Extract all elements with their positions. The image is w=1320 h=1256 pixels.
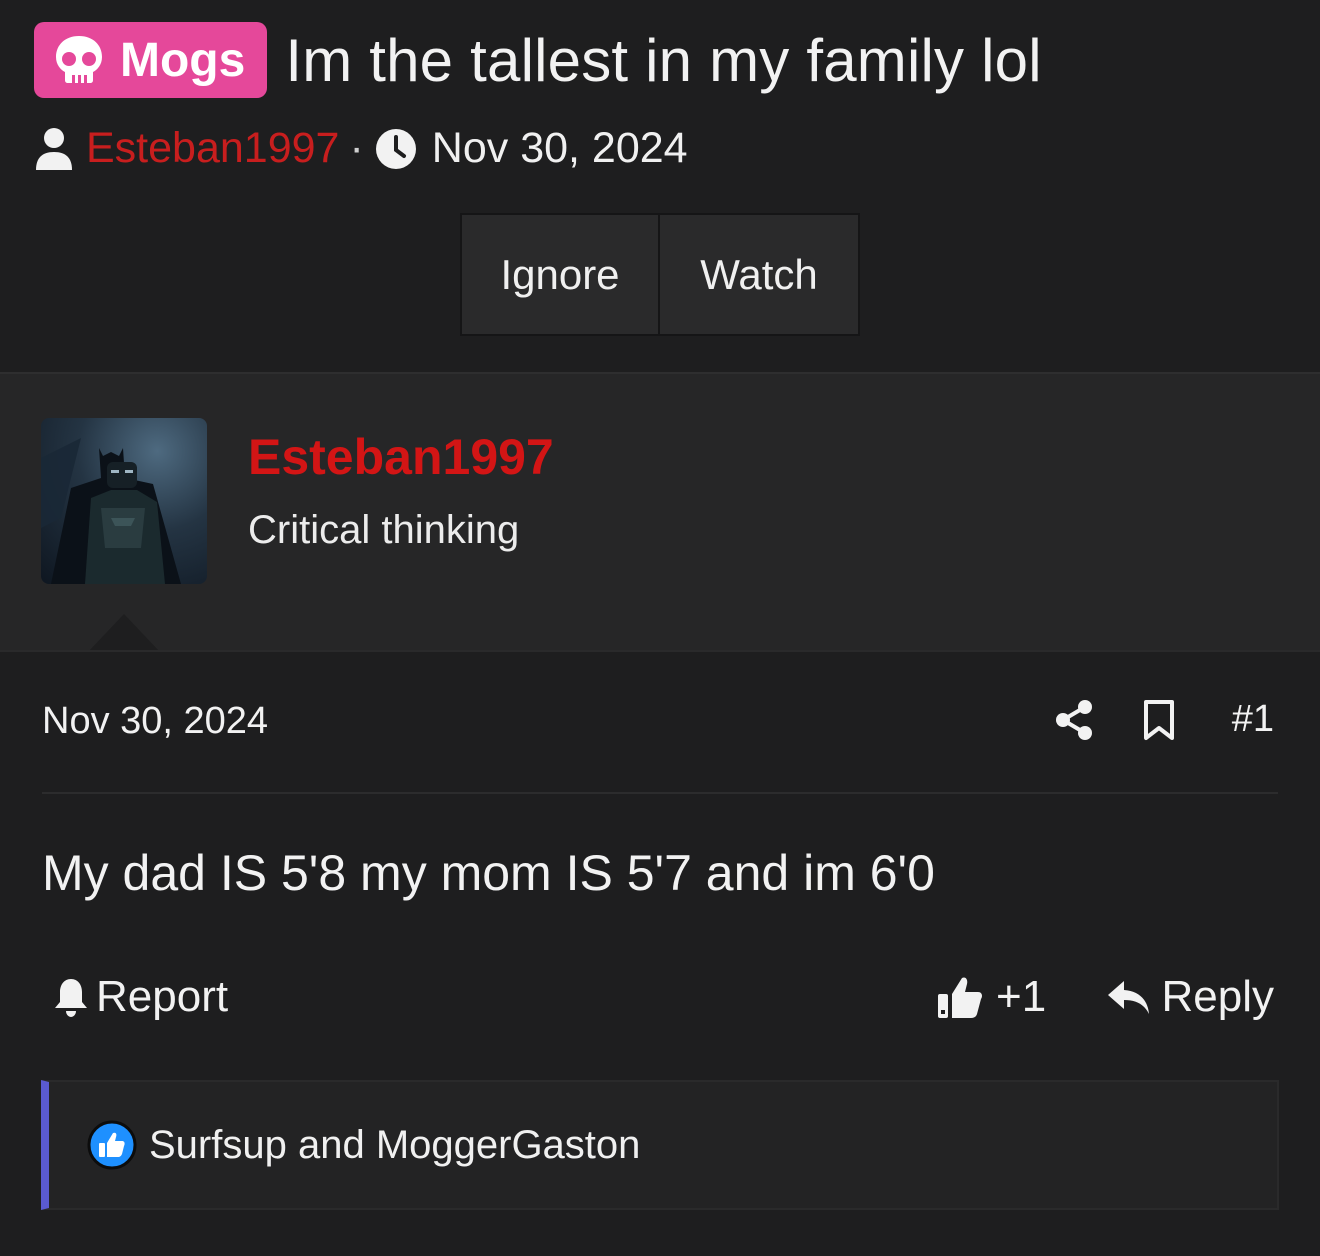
prefix-label: Mogs <box>120 33 246 87</box>
share-icon[interactable] <box>1054 699 1094 741</box>
like-button[interactable]: +1 <box>936 972 1046 1022</box>
like-count: +1 <box>996 972 1047 1021</box>
reply-button[interactable]: Reply <box>1106 972 1275 1022</box>
post-divider <box>42 792 1278 794</box>
report-label: Report <box>96 972 229 1021</box>
reactions-bar[interactable]: Surfsup and MoggerGaston <box>41 1080 1279 1210</box>
like-reaction-icon <box>87 1120 137 1170</box>
message-user-block: Esteban1997 Critical thinking <box>0 372 1320 652</box>
post-number-link[interactable]: #1 <box>1232 698 1274 741</box>
post-date-link[interactable]: Nov 30, 2024 <box>42 700 268 743</box>
report-button[interactable]: Report <box>52 972 228 1022</box>
bell-icon <box>55 979 87 1017</box>
ignore-button[interactable]: Ignore <box>460 213 660 336</box>
thread-date[interactable]: Nov 30, 2024 <box>432 124 688 173</box>
reply-label: Reply <box>1161 972 1275 1021</box>
page: Mogs Im the tallest in my family lol Est… <box>0 0 1320 1256</box>
user-title: Critical thinking <box>248 508 520 552</box>
clock-icon <box>375 128 416 169</box>
reaction-users-link[interactable]: Surfsup and MoggerGaston <box>149 1123 640 1168</box>
post-footer: Report +1 Reply <box>0 972 1320 1032</box>
title-row: Mogs Im the tallest in my family lol <box>34 22 1042 98</box>
bookmark-icon[interactable] <box>1142 699 1176 741</box>
thread-title: Im the tallest in my family lol <box>285 26 1042 94</box>
thread-meta: Esteban1997 · Nov 30, 2024 <box>34 124 688 173</box>
thread-author-link[interactable]: Esteban1997 <box>86 124 339 173</box>
post: Nov 30, 2024 #1 My dad IS 5'8 my mom IS … <box>0 650 1320 1256</box>
thumbs-up-icon <box>938 977 982 1018</box>
thread-header: Mogs Im the tallest in my family lol Est… <box>0 0 1320 372</box>
reply-arrow-icon <box>1107 981 1149 1014</box>
prefix-badge[interactable]: Mogs <box>34 22 268 98</box>
message-pointer <box>88 614 160 652</box>
user-icon <box>36 127 72 170</box>
avatar-image <box>41 438 181 584</box>
avatar[interactable] <box>41 418 207 584</box>
meta-separator: · <box>349 124 364 172</box>
post-actions-top: #1 <box>1054 698 1274 741</box>
watch-button[interactable]: Watch <box>660 213 860 336</box>
user-name-link[interactable]: Esteban1997 <box>248 428 554 486</box>
post-body: My dad IS 5'8 my mom IS 5'7 and im 6'0 <box>42 845 935 901</box>
thread-button-group: Ignore Watch <box>460 213 860 336</box>
skull-icon <box>56 36 102 83</box>
